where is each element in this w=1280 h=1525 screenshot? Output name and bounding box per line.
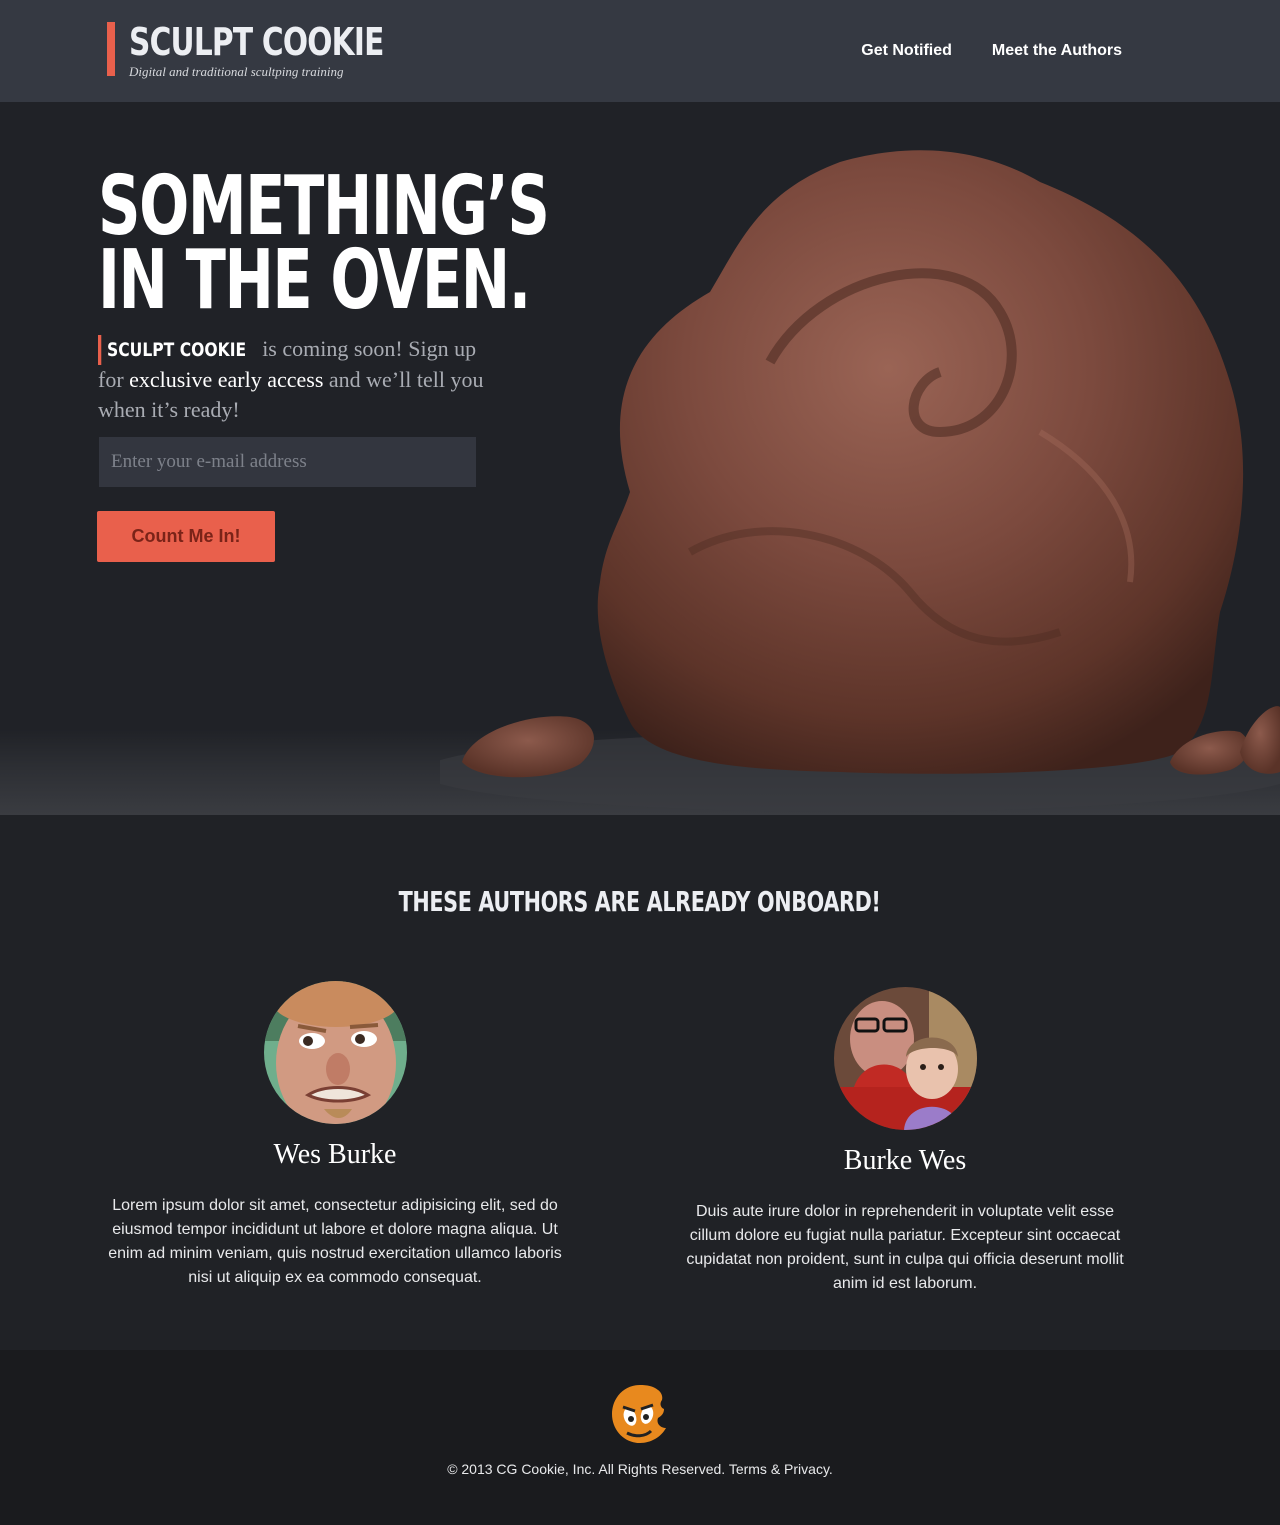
main-nav: Get Notified Meet the Authors <box>861 42 1122 60</box>
author-name: Burke Wes <box>843 1145 967 1176</box>
author-card: Wes Burke Lorem ipsum dolor sit amet, co… <box>100 981 570 1290</box>
intro-emphasis: exclusive early access <box>129 367 324 392</box>
logo-tagline: Digital and traditional scultping traini… <box>129 64 344 79</box>
count-me-in-button[interactable]: Count Me In! <box>97 511 275 562</box>
authors-heading: THESE AUTHORS ARE ALREADY ONBOARD! <box>0 885 1280 918</box>
cookie-sculpture-image <box>440 150 1280 812</box>
author-bio: Duis aute irure dolor in reprehenderit i… <box>686 1203 1124 1292</box>
hero-section: SOMETHING’S IN THE OVEN. SCULPT COOKIE i… <box>0 102 1280 815</box>
nav-get-notified[interactable]: Get Notified <box>861 42 952 60</box>
nav-meet-the-authors[interactable]: Meet the Authors <box>992 42 1122 60</box>
site-logo[interactable]: SCULPT COOKIE Digital and traditional sc… <box>107 20 455 79</box>
intro-brand: SCULPT COOKIE <box>98 335 246 365</box>
copyright-text: © 2013 CG Cookie, Inc. All Rights Reserv… <box>447 1461 833 1477</box>
site-footer: © 2013 CG Cookie, Inc. All Rights Reserv… <box>0 1350 1280 1525</box>
hero-intro: SCULPT COOKIE is coming soon! Sign up fo… <box>98 334 498 425</box>
avatar <box>263 981 407 1124</box>
logo-title: SCULPT COOKIE <box>129 20 384 64</box>
site-header: SCULPT COOKIE Digital and traditional sc… <box>0 0 1280 102</box>
author-photo-image <box>833 987 977 1130</box>
author-bio: Lorem ipsum dolor sit amet, consectetur … <box>108 1197 562 1286</box>
authors-heading-text: THESE AUTHORS ARE ALREADY ONBOARD! <box>399 885 881 918</box>
avatar <box>833 987 977 1130</box>
hero-headline: SOMETHING’S IN THE OVEN. <box>98 166 550 328</box>
author-photo-image <box>263 981 407 1124</box>
cg-cookie-logo-icon[interactable] <box>611 1383 669 1445</box>
authors-section: THESE AUTHORS ARE ALREADY ONBOARD! Wes B… <box>0 815 1280 1350</box>
author-card: Burke Wes Duis aute irure dolor in repre… <box>670 987 1140 1296</box>
email-input[interactable] <box>99 437 476 487</box>
author-name: Wes Burke <box>273 1139 397 1170</box>
headline-line-2: IN THE OVEN. <box>98 233 531 328</box>
